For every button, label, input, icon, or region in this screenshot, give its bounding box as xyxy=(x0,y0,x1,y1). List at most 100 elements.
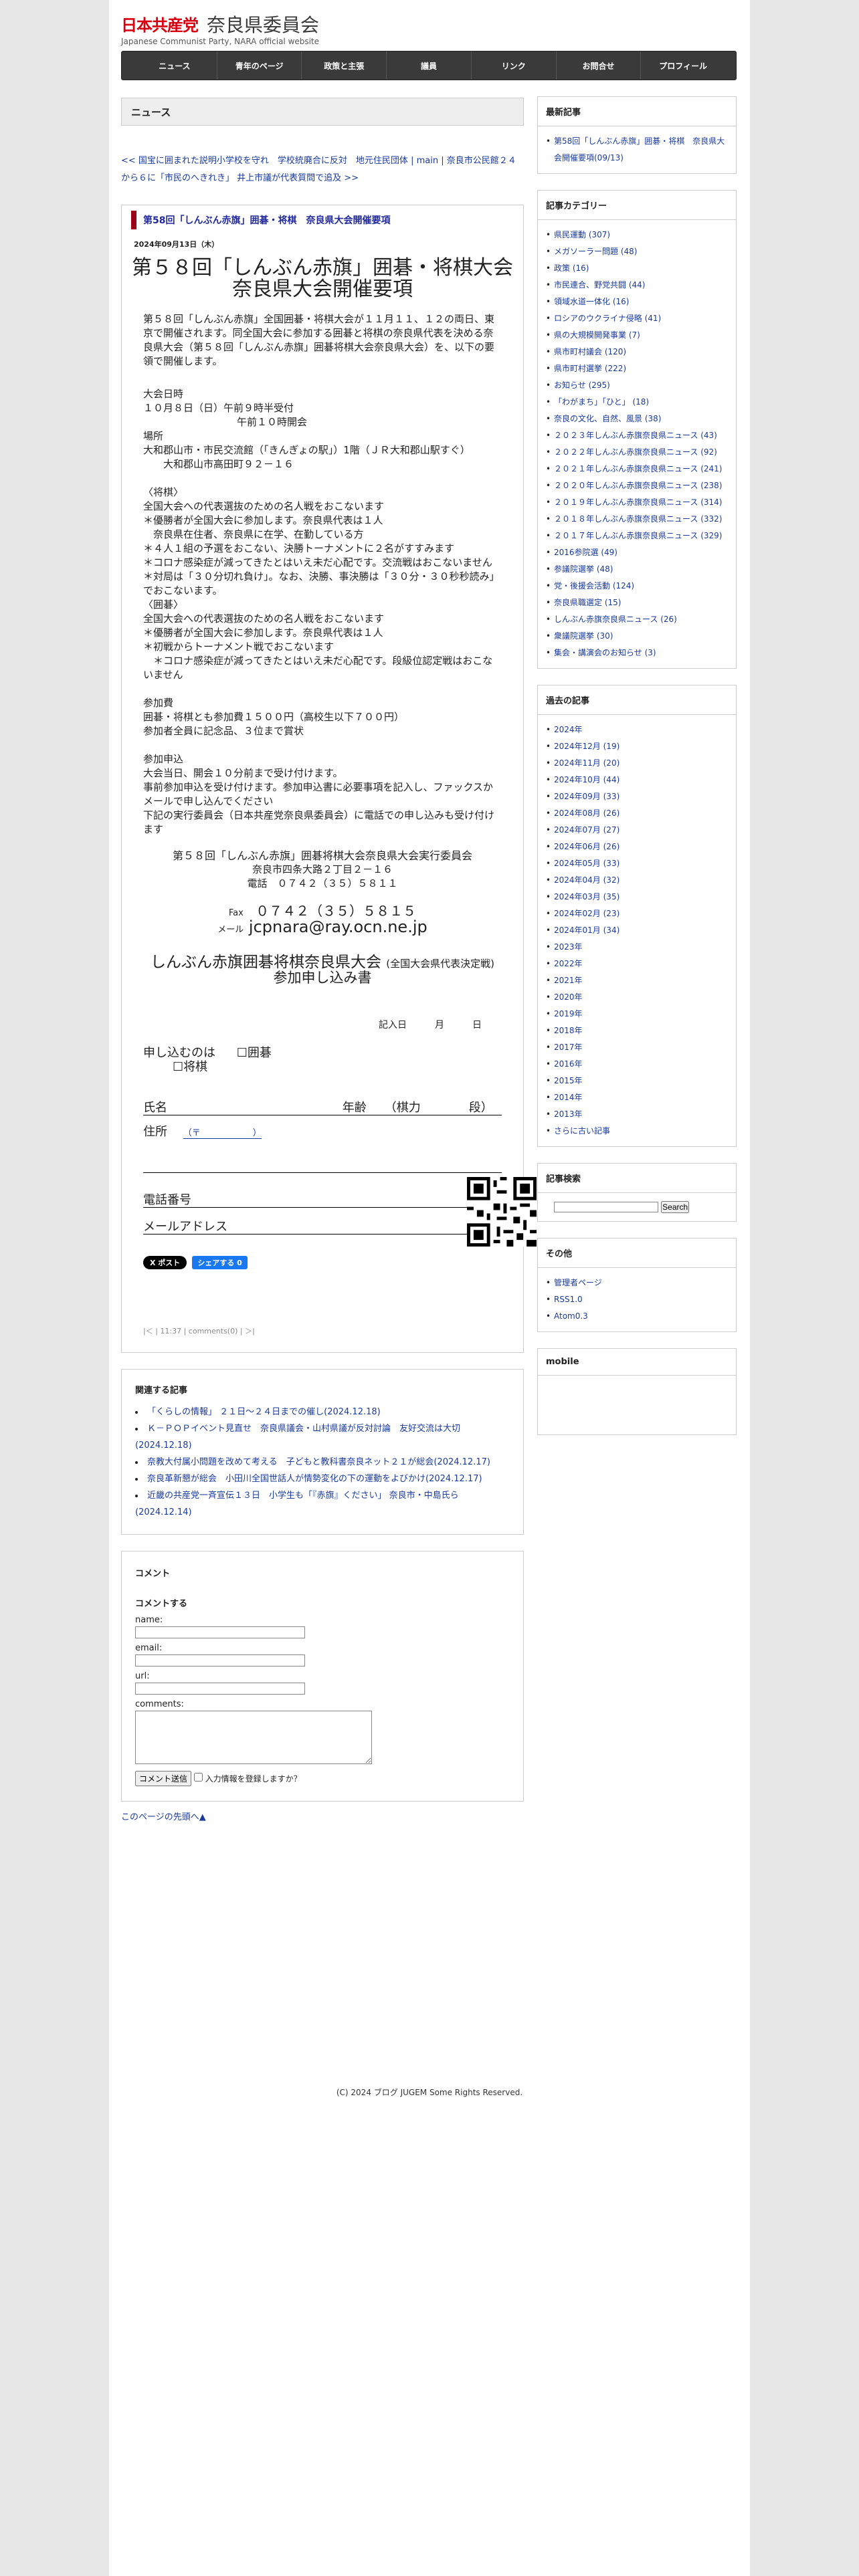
category-item[interactable]: ２０２３年しんぶん赤旗奈良県ニュース (43) xyxy=(546,427,728,444)
related-item[interactable]: 奈良革新懇が総会 小田川全国世話人が情勢変化の下の運動をよびかけ(2024.12… xyxy=(135,1471,510,1487)
category-item[interactable]: 政策 (16) xyxy=(546,260,728,277)
category-item[interactable]: 2016参院選 (49) xyxy=(546,544,728,561)
x-post-button[interactable]: X ポスト xyxy=(143,1256,187,1269)
category-item[interactable]: 参議院選挙 (48) xyxy=(546,561,728,578)
archive-item[interactable]: 2023年 xyxy=(546,939,728,956)
facebook-share-button[interactable]: シェアする 0 xyxy=(192,1256,248,1269)
category-item[interactable]: 奈良の文化、自然、風景 (38) xyxy=(546,411,728,427)
archive-item[interactable]: 2017年 xyxy=(546,1039,728,1056)
archive-item[interactable]: 2024年08月 (26) xyxy=(546,805,728,822)
archive-item[interactable]: 2024年04月 (32) xyxy=(546,872,728,889)
category-item[interactable]: 県民運動 (307) xyxy=(546,227,728,243)
submit-comment-button[interactable]: コメント送信 xyxy=(135,1771,192,1786)
nav-item-news[interactable]: ニュース xyxy=(132,51,217,80)
form-shogi-row: ☐将棋 xyxy=(143,1060,502,1074)
nav-item-youth[interactable]: 青年のページ xyxy=(216,51,302,80)
archive-item[interactable]: 2024年07月 (27) xyxy=(546,822,728,839)
related-item[interactable]: 「くらしの情報」 ２１日〜２４日までの催し(2024.12.18) xyxy=(135,1404,510,1420)
archive-item[interactable]: 2018年 xyxy=(546,1023,728,1039)
nav-item-contact[interactable]: お問合せ xyxy=(555,51,641,80)
archive-item[interactable]: 2015年 xyxy=(546,1073,728,1089)
archive-item[interactable]: 2022年 xyxy=(546,956,728,972)
category-item[interactable]: 県の大規模開発事業 (7) xyxy=(546,327,728,344)
shogi-checkbox[interactable]: ☐ xyxy=(173,1060,183,1074)
archive-item[interactable]: 2024年 xyxy=(546,722,728,738)
archive-item[interactable]: 2024年09月 (33) xyxy=(546,788,728,805)
recent-item[interactable]: 第58回「しんぶん赤旗」囲碁・将棋 奈良県大会開催要項(09/13) xyxy=(546,133,728,167)
other-item[interactable]: 管理者ページ xyxy=(546,1275,728,1291)
category-item[interactable]: 市民連合、野党共闘 (44) xyxy=(546,277,728,294)
category-item[interactable]: お知らせ (295) xyxy=(546,377,728,394)
category-item[interactable]: 県市町村議会 (120) xyxy=(546,344,728,360)
category-item[interactable]: メガソーラー問題 (48) xyxy=(546,243,728,260)
category-item[interactable]: 奈良県職選定 (15) xyxy=(546,595,728,611)
category-item[interactable]: ２０１７年しんぶん赤旗奈良県ニュース (329) xyxy=(546,528,728,544)
name-input[interactable] xyxy=(135,1626,305,1638)
search-button[interactable]: Search xyxy=(661,1201,690,1213)
category-item[interactable]: しんぶん赤旗奈良県ニュース (26) xyxy=(546,611,728,628)
related-item[interactable]: Ｋ－ＰＯＰイベント見直せ 奈良県議会・山村県議が反対討論 友好交流は大切(202… xyxy=(135,1420,510,1454)
apply-list: 大会当日、開会１０分前まで受け付けます。 事前参加申込を受け付けます。参加申込書に… xyxy=(143,766,502,837)
archive-item[interactable]: 2016年 xyxy=(546,1056,728,1073)
category-item[interactable]: 「わがまち」「ひと」 (18) xyxy=(546,394,728,411)
nav-item-profile[interactable]: プロフィール xyxy=(640,51,725,80)
mail-address[interactable]: jcpnara@ray.ocn.ne.jp xyxy=(249,918,427,936)
search-input[interactable] xyxy=(554,1201,658,1212)
archive-item[interactable]: 2024年03月 (35) xyxy=(546,889,728,905)
entry-footer-links[interactable]: |＜ | 11:37 | comments(0) | ＞| xyxy=(131,1325,514,1336)
form-title-small: (全国大会県代表決定戦) xyxy=(386,958,495,970)
category-item[interactable]: 集会・講演会のお知らせ (3) xyxy=(546,645,728,661)
email-label: email: xyxy=(135,1643,163,1653)
url-input[interactable] xyxy=(135,1683,305,1695)
other-item[interactable]: Atom0.3 xyxy=(546,1308,728,1325)
archive-item[interactable]: 2014年 xyxy=(546,1089,728,1106)
place-line2: 大和郡山市高田町９２－１６ xyxy=(163,458,294,470)
related-item[interactable]: 近畿の共産党一斉宣伝１３日 小学生も「『赤旗』ください」 奈良市・中島氏ら(20… xyxy=(135,1487,510,1521)
category-list: 県民運動 (307)メガソーラー問題 (48)政策 (16)市民連合、野党共闘 … xyxy=(538,220,736,668)
entry-date: 2024年09月13日（木） xyxy=(134,240,219,249)
apply-heading: 参加申込 xyxy=(143,753,184,765)
other-box: その他 管理者ページRSS1.0Atom0.3 xyxy=(537,1238,737,1332)
other-item[interactable]: RSS1.0 xyxy=(546,1291,728,1308)
category-item[interactable]: ２０２２年しんぶん赤旗奈良県ニュース (92) xyxy=(546,444,728,461)
category-item[interactable]: ２０１８年しんぶん赤旗奈良県ニュース (332) xyxy=(546,511,728,528)
category-item[interactable]: 衆議院選挙 (30) xyxy=(546,628,728,645)
archive-item[interactable]: 2024年06月 (26) xyxy=(546,839,728,855)
category-item[interactable]: ロシアのウクライナ侵略 (41) xyxy=(546,310,728,327)
archive-item[interactable]: 2024年12月 (19) xyxy=(546,738,728,755)
archive-item[interactable]: 2021年 xyxy=(546,972,728,989)
page-top-link-wrap: このページの先頭へ▲ xyxy=(121,1810,524,1822)
email-input[interactable] xyxy=(135,1654,305,1667)
main-link[interactable]: main xyxy=(417,156,438,166)
related-item[interactable]: 奈教大付属小問題を改めて考える 子どもと教科書奈良ネット２１が総会(2024.1… xyxy=(135,1454,510,1471)
category-item[interactable]: ２０２１年しんぶん赤旗奈良県ニュース (241) xyxy=(546,461,728,477)
archive-item[interactable]: 2024年01月 (34) xyxy=(546,922,728,939)
form-subtitle: 参加申し込み書 xyxy=(273,970,372,986)
logo-party[interactable]: 日本共産党 xyxy=(121,12,199,35)
entry-title[interactable]: 第58回「しんぶん赤旗」囲碁・将棋 奈良県大会開催要項 xyxy=(131,211,514,229)
comments-textarea[interactable] xyxy=(135,1711,372,1764)
category-item[interactable]: ２０１９年しんぶん赤旗奈良県ニュース (314) xyxy=(546,494,728,511)
qr-code-icon xyxy=(467,1177,537,1247)
comments-label: comments: xyxy=(135,1699,184,1709)
archive-item[interactable]: 2024年11月 (20) xyxy=(546,755,728,772)
prev-entry-link[interactable]: << 国宝に囲まれた説明小学校を守れ 学校統廃合に反対 地元住民団体 xyxy=(121,156,408,166)
category-item[interactable]: 領域水道一体化 (16) xyxy=(546,294,728,310)
archive-item[interactable]: 2024年10月 (44) xyxy=(546,772,728,788)
nav-item-policy[interactable]: 政策と主張 xyxy=(301,51,386,80)
nav-item-members[interactable]: 議員 xyxy=(386,51,471,80)
archive-item[interactable]: 2019年 xyxy=(546,1006,728,1023)
category-item[interactable]: 県市町村選挙 (222) xyxy=(546,360,728,377)
page-top-link[interactable]: このページの先頭へ▲ xyxy=(121,1812,206,1822)
nav-item-links[interactable]: リンク xyxy=(470,51,556,80)
category-item[interactable]: ２０２０年しんぶん赤旗奈良県ニュース (238) xyxy=(546,477,728,494)
archive-item[interactable]: 2024年05月 (33) xyxy=(546,855,728,872)
category-item[interactable]: 党・後援会活動 (124) xyxy=(546,578,728,595)
archive-item[interactable]: さらに古い記事 xyxy=(546,1123,728,1140)
archive-item[interactable]: 2024年02月 (23) xyxy=(546,905,728,922)
archive-item[interactable]: 2013年 xyxy=(546,1106,728,1123)
archive-item[interactable]: 2020年 xyxy=(546,989,728,1006)
logo-committee[interactable]: 奈良県委員会 xyxy=(207,11,319,37)
remember-checkbox[interactable] xyxy=(193,1773,203,1782)
go-checkbox[interactable]: ☐ xyxy=(237,1046,248,1060)
